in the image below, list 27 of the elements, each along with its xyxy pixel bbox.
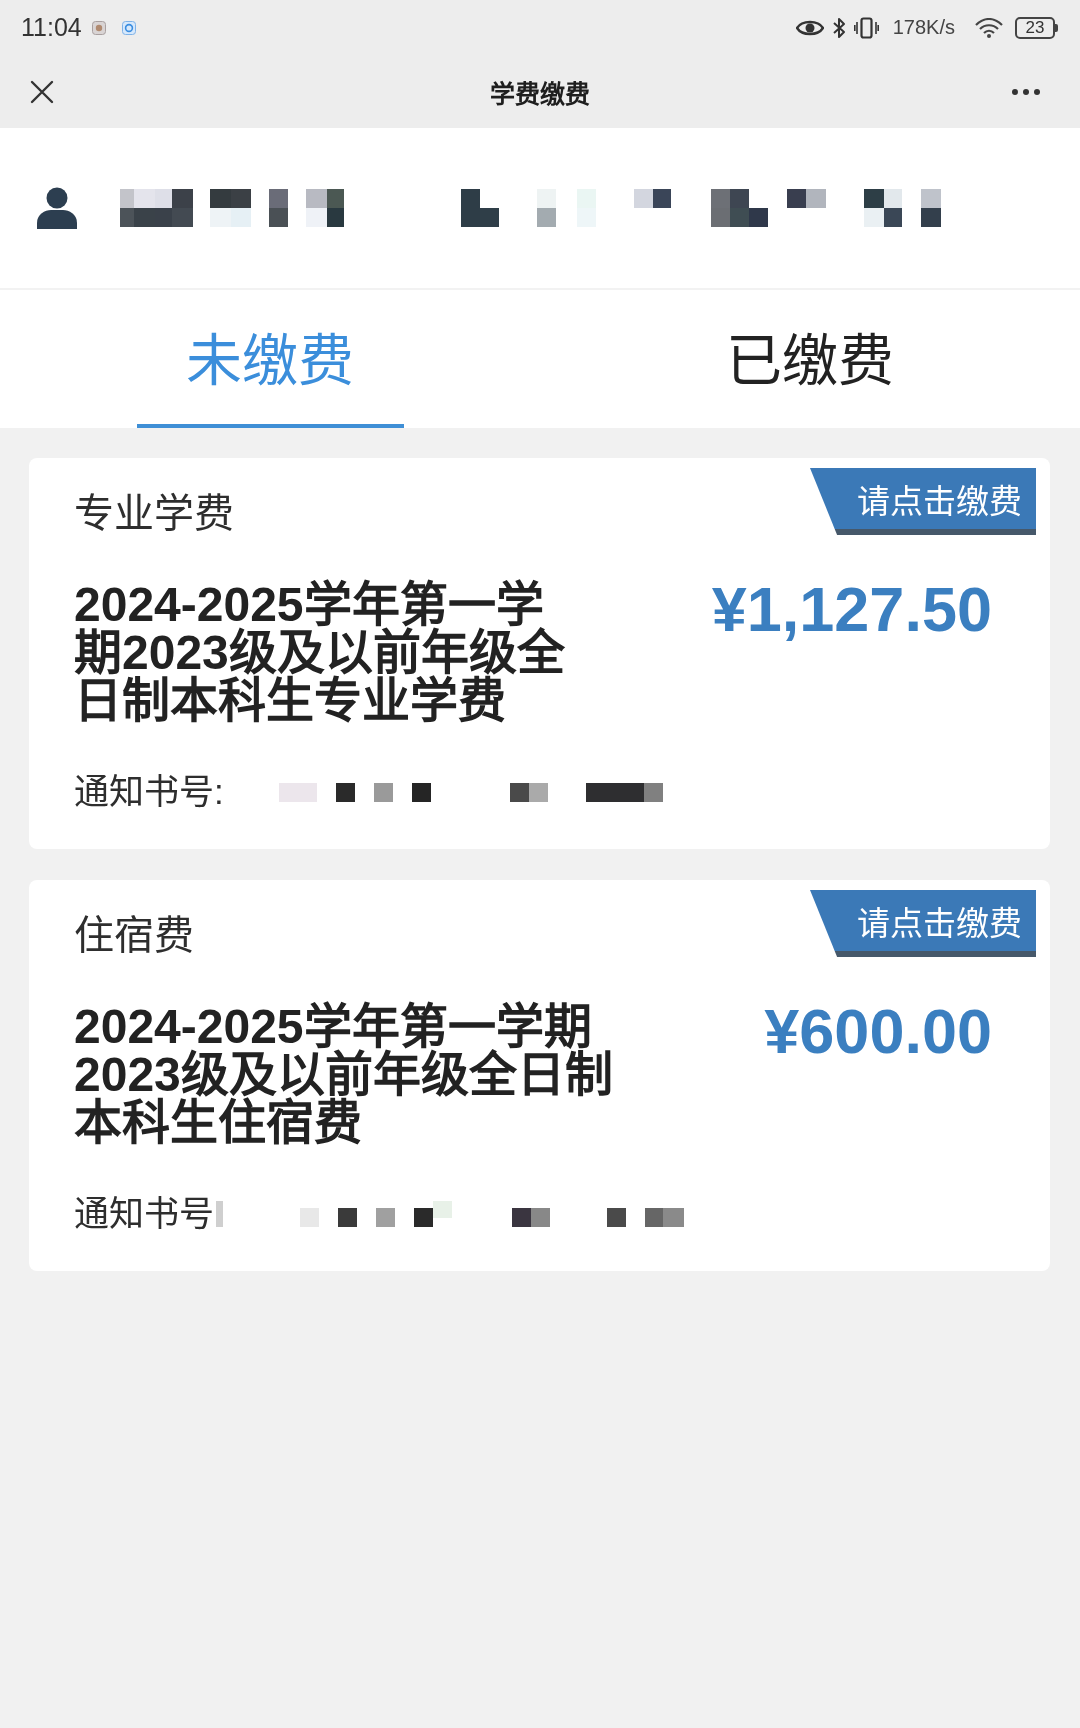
bill-description: 2024-2025学年第一学期2023级及以前年级全日制本科生专业学费 — [74, 581, 566, 725]
tab[interactable]: 未缴费 — [136, 290, 404, 428]
bluetooth-icon — [831, 16, 846, 39]
wifi-icon — [975, 17, 1003, 38]
notice-number-label: 通知书号 — [74, 1193, 214, 1235]
status-time: 11:04 — [21, 13, 82, 42]
network-speed: 178K/s — [892, 16, 955, 39]
more-icon — [1012, 88, 1040, 95]
notification-app-icon — [91, 20, 106, 35]
tab[interactable]: 已缴费 — [676, 290, 944, 428]
bill-category: 专业学费 — [74, 490, 234, 537]
bill-description: 2024-2025学年第一学期2023级及以前年级全日制本科生住宿费 — [74, 1003, 614, 1147]
eye-icon — [795, 18, 824, 37]
close-icon — [30, 79, 54, 104]
user-icon — [37, 187, 77, 229]
pay-button[interactable]: 请点击缴费 — [810, 468, 1036, 535]
vibrate-icon — [853, 16, 879, 39]
notice-number-label: 通知书号: — [74, 771, 224, 813]
close-button[interactable] — [30, 79, 54, 104]
battery-indicator: 23 — [1015, 16, 1058, 39]
bill-amount: ¥1,127.50 — [711, 578, 992, 641]
bill-amount: ¥600.00 — [764, 1000, 992, 1063]
bill-category: 住宿费 — [74, 912, 194, 959]
pay-button[interactable]: 请点击缴费 — [810, 890, 1036, 957]
page-title: 学费缴费 — [489, 78, 591, 110]
notification-app-icon — [121, 20, 136, 35]
more-button[interactable] — [1012, 88, 1040, 95]
